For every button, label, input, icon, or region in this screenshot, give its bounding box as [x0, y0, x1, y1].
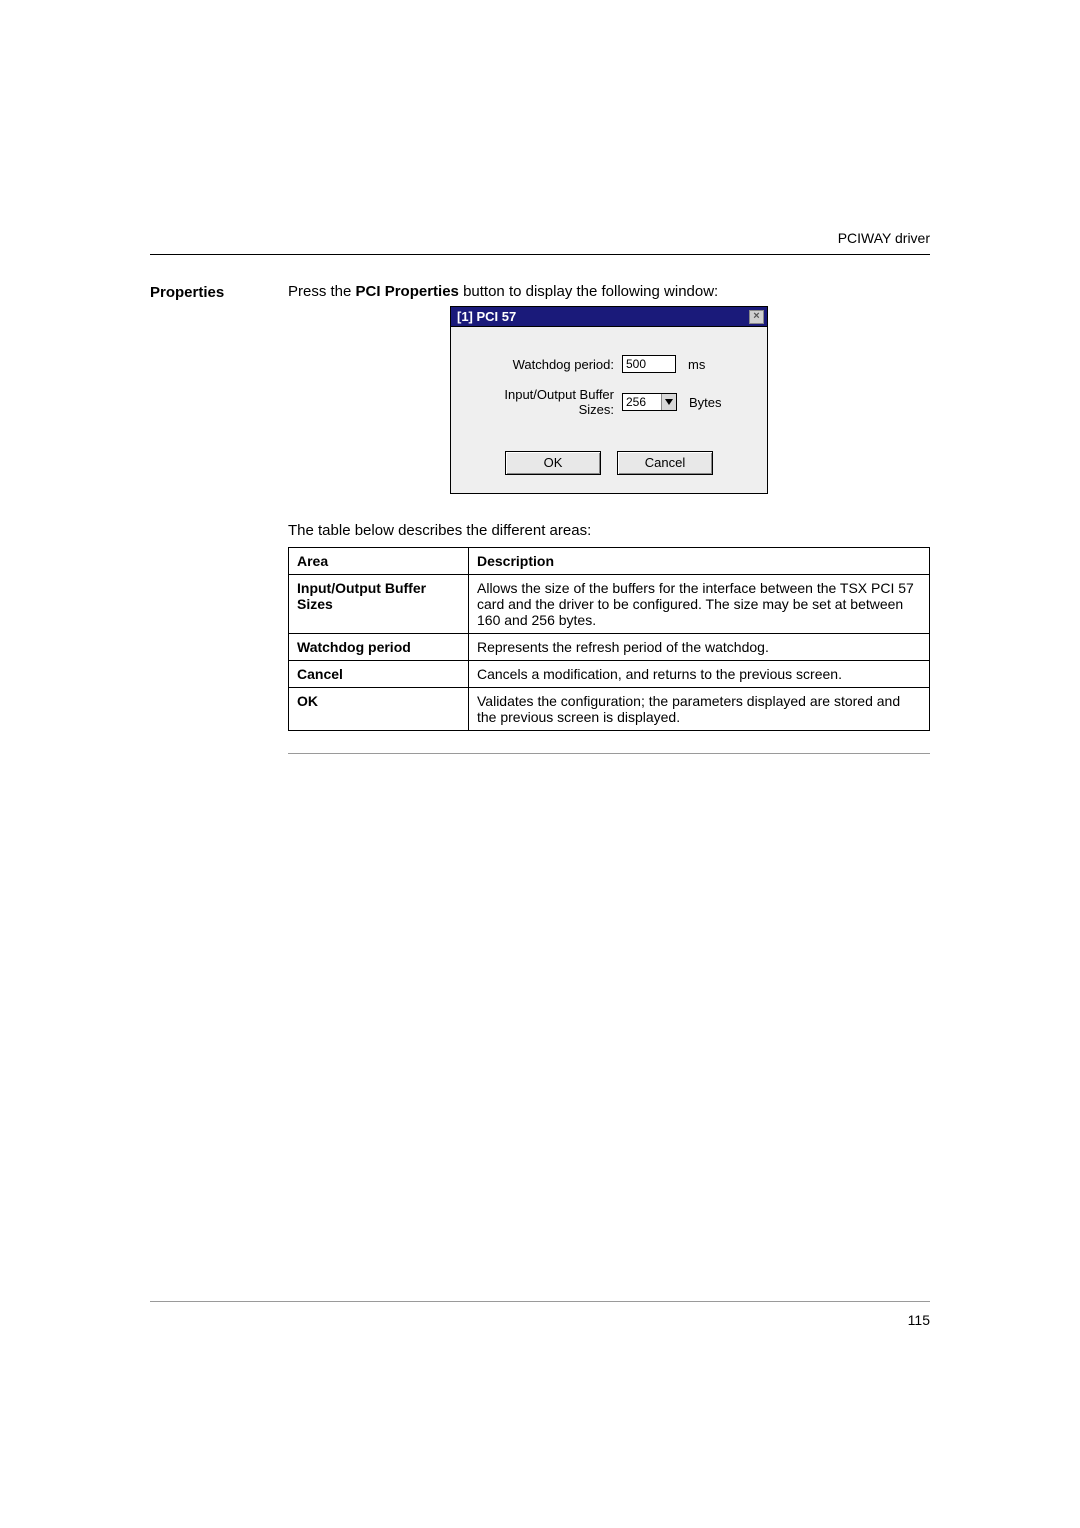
buffer-sizes-value: 256 — [623, 394, 661, 410]
cancel-button[interactable]: Cancel — [617, 451, 713, 475]
watchdog-label: Watchdog period: — [467, 357, 622, 372]
close-icon[interactable]: × — [749, 310, 764, 324]
header-doc-title: PCIWAY driver — [150, 230, 930, 254]
section-intro: Press the PCI Properties button to displ… — [288, 283, 930, 300]
cell-area: Watchdog period — [289, 634, 469, 661]
buffer-sizes-select[interactable]: 256 — [622, 393, 677, 411]
buffer-sizes-unit: Bytes — [689, 395, 722, 410]
section-end-divider — [288, 753, 930, 754]
ok-button[interactable]: OK — [505, 451, 601, 475]
cell-desc: Represents the refresh period of the wat… — [469, 634, 930, 661]
description-table: Area Description Input/Output Buffer Siz… — [288, 547, 930, 731]
table-intro: The table below describes the different … — [288, 522, 930, 539]
dialog-titlebar: [1] PCI 57 × — [451, 307, 767, 327]
footer-divider — [150, 1301, 930, 1302]
watchdog-unit: ms — [688, 357, 705, 372]
page-number: 115 — [150, 1312, 930, 1328]
table-row: Cancel Cancels a modification, and retur… — [289, 661, 930, 688]
cell-area: Input/Output Buffer Sizes — [289, 575, 469, 634]
th-description: Description — [469, 548, 930, 575]
table-row: Input/Output Buffer Sizes Allows the siz… — [289, 575, 930, 634]
table-header-row: Area Description — [289, 548, 930, 575]
cell-area: Cancel — [289, 661, 469, 688]
section-side-label: Properties — [150, 283, 288, 301]
cell-area: OK — [289, 688, 469, 731]
intro-suffix: button to display the following window: — [459, 283, 718, 300]
cell-desc: Cancels a modification, and returns to t… — [469, 661, 930, 688]
th-area: Area — [289, 548, 469, 575]
buffer-sizes-label: Input/Output Buffer Sizes: — [467, 387, 622, 417]
header-divider — [150, 254, 930, 255]
cell-desc: Validates the configuration; the paramet… — [469, 688, 930, 731]
table-row: Watchdog period Represents the refresh p… — [289, 634, 930, 661]
intro-bold: PCI Properties — [356, 283, 459, 300]
table-row: OK Validates the configuration; the para… — [289, 688, 930, 731]
intro-prefix: Press the — [288, 283, 356, 300]
cell-desc: Allows the size of the buffers for the i… — [469, 575, 930, 634]
dialog-title: [1] PCI 57 — [457, 309, 516, 324]
pci-properties-dialog: [1] PCI 57 × Watchdog period: 500 ms Inp… — [450, 306, 768, 494]
chevron-down-icon[interactable] — [661, 394, 676, 410]
watchdog-input[interactable]: 500 — [622, 355, 676, 373]
